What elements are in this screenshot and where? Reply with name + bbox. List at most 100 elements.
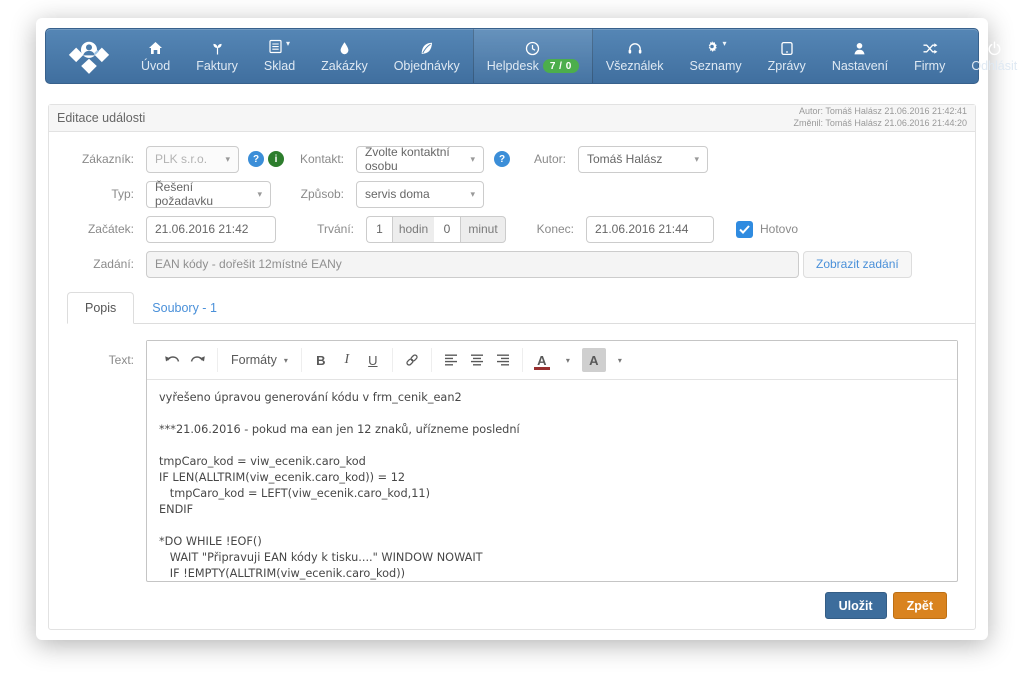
back-button[interactable]: Zpět — [893, 592, 947, 619]
assignment-input — [146, 251, 799, 278]
background-color-caret[interactable]: ▾ — [608, 348, 632, 372]
app-window: Úvod Faktury ▾ Sklad Zakázky Obj — [36, 18, 988, 640]
align-center-button[interactable] — [465, 348, 489, 372]
font-style-group: B I U — [302, 348, 393, 372]
redo-icon — [190, 353, 206, 367]
bold-button[interactable]: B — [309, 348, 333, 372]
chevron-down-icon: ▾ — [566, 356, 570, 365]
nav-item-sklad[interactable]: ▾ Sklad — [251, 29, 308, 83]
align-center-icon — [470, 354, 484, 366]
author-select[interactable]: Tomáš Halász▾ — [578, 146, 708, 173]
help-icon[interactable]: ? — [248, 151, 264, 167]
droplet-icon — [337, 39, 352, 56]
align-group — [432, 348, 523, 372]
duration-hours-input[interactable] — [366, 216, 392, 243]
nav-item-nastaveni[interactable]: Nastavení — [819, 29, 901, 83]
headset-icon — [627, 39, 643, 56]
customer-select[interactable]: PLK s.r.o.▾ — [146, 146, 239, 173]
nav-item-zakazky[interactable]: Zakázky — [308, 29, 381, 83]
duration-minutes-input[interactable] — [434, 216, 460, 243]
nav-item-label: Všeználek — [606, 59, 664, 73]
history-group — [153, 348, 218, 372]
undo-button[interactable] — [160, 348, 184, 372]
start-input[interactable] — [146, 216, 276, 243]
help-icon[interactable]: ? — [494, 151, 510, 167]
method-select[interactable]: servis doma▾ — [356, 181, 484, 208]
nav-item-label: Sklad — [264, 59, 295, 73]
editor-toolbar: Formáty▾ B I U — [147, 341, 957, 380]
nav-item-seznamy[interactable]: ▾ Seznamy — [677, 29, 755, 83]
nav-item-zpravy[interactable]: Zprávy — [755, 29, 819, 83]
nav-item-label: Odhlásit — [971, 59, 1017, 73]
clock-icon — [525, 39, 540, 56]
align-right-button[interactable] — [491, 348, 515, 372]
link-button[interactable] — [400, 348, 424, 372]
message-icon — [780, 39, 794, 56]
tab-bar: Popis Soubory - 1 — [67, 292, 975, 324]
form-row-time: Začátek: Trvání: hodin minut Konec: Hoto… — [49, 215, 975, 243]
underline-button[interactable]: U — [361, 348, 385, 372]
user-icon — [852, 39, 867, 56]
audit-meta: Autor: Tomáš Halász 21.06.2016 21:42:41 … — [794, 106, 967, 129]
duration-label: Trvání: — [276, 222, 366, 236]
logo-icon — [66, 37, 112, 75]
nav-item-label: Zakázky — [321, 59, 368, 73]
align-left-icon — [444, 354, 458, 366]
italic-button[interactable]: I — [335, 348, 359, 372]
show-assignment-button[interactable]: Zobrazit zadání — [803, 251, 912, 278]
text-editor-row: Text: Formáty▾ — [49, 340, 975, 582]
contact-select[interactable]: Zvolte kontaktní osobu▾ — [356, 146, 484, 173]
info-icon[interactable]: i — [268, 151, 284, 167]
end-input[interactable] — [586, 216, 714, 243]
nav-item-odhlasit[interactable]: Odhlásit — [958, 29, 1024, 83]
nav-item-objednavky[interactable]: Objednávky — [381, 29, 473, 83]
assignment-label: Zadání: — [49, 257, 146, 271]
app-logo[interactable] — [52, 29, 128, 83]
minutes-unit-addon: minut — [460, 216, 506, 243]
form-row-customer: Zákazník: PLK s.r.o.▾ ? i Kontakt: Zvolt… — [49, 145, 975, 173]
tab-popis[interactable]: Popis — [67, 292, 134, 324]
nav-item-helpdesk[interactable]: Helpdesk 7 / 0 — [473, 29, 593, 83]
nav-item-label: Helpdesk 7 / 0 — [487, 59, 579, 73]
form-row-assignment: Zadání: Zobrazit zadání — [49, 250, 975, 278]
done-checkbox[interactable] — [736, 221, 753, 238]
home-icon — [148, 39, 163, 56]
color-group: A ▾ A ▾ — [523, 348, 639, 372]
chevron-down-icon: ▾ — [470, 154, 475, 165]
leaf-icon — [419, 39, 434, 56]
hours-unit-addon: hodin — [392, 216, 434, 243]
chevron-down-icon: ▾ — [225, 154, 230, 165]
nav-item-label: Nastavení — [832, 59, 888, 73]
nav-item-uvod[interactable]: Úvod — [128, 29, 183, 83]
end-label: Konec: — [514, 222, 586, 236]
nav-item-vseznalek[interactable]: Všeználek — [593, 29, 677, 83]
chevron-down-icon: ▾ — [470, 189, 475, 200]
redo-button[interactable] — [186, 348, 210, 372]
page-title: Editace události — [57, 111, 145, 125]
nav-item-faktury[interactable]: Faktury — [183, 29, 251, 83]
editor-content[interactable]: vyřešeno úpravou generování kódu v frm_c… — [147, 380, 957, 581]
formats-dropdown[interactable]: Formáty▾ — [225, 353, 294, 367]
save-button[interactable]: Uložit — [825, 592, 887, 619]
top-nav: Úvod Faktury ▾ Sklad Zakázky Obj — [45, 28, 979, 84]
undo-icon — [164, 353, 180, 367]
form-footer: Uložit Zpět — [49, 592, 947, 619]
contact-label: Kontakt: — [284, 152, 356, 166]
method-label: Způsob: — [271, 187, 356, 201]
chevron-down-icon: ▾ — [618, 356, 622, 365]
text-color-button[interactable]: A — [530, 348, 554, 372]
type-select[interactable]: Řešení požadavku▾ — [146, 181, 271, 208]
background-color-button[interactable]: A — [582, 348, 606, 372]
check-icon — [739, 225, 750, 234]
start-label: Začátek: — [49, 222, 146, 236]
nav-item-label: Seznamy — [690, 59, 742, 73]
customer-label: Zákazník: — [49, 152, 146, 166]
nav-item-firmy[interactable]: Firmy — [901, 29, 958, 83]
link-group — [393, 348, 432, 372]
gear-icon: ▾ — [705, 39, 727, 56]
chevron-down-icon: ▾ — [284, 356, 288, 365]
text-color-caret[interactable]: ▾ — [556, 348, 580, 372]
align-left-button[interactable] — [439, 348, 463, 372]
chevron-down-icon: ▾ — [694, 154, 699, 165]
tab-soubory[interactable]: Soubory - 1 — [134, 292, 235, 324]
